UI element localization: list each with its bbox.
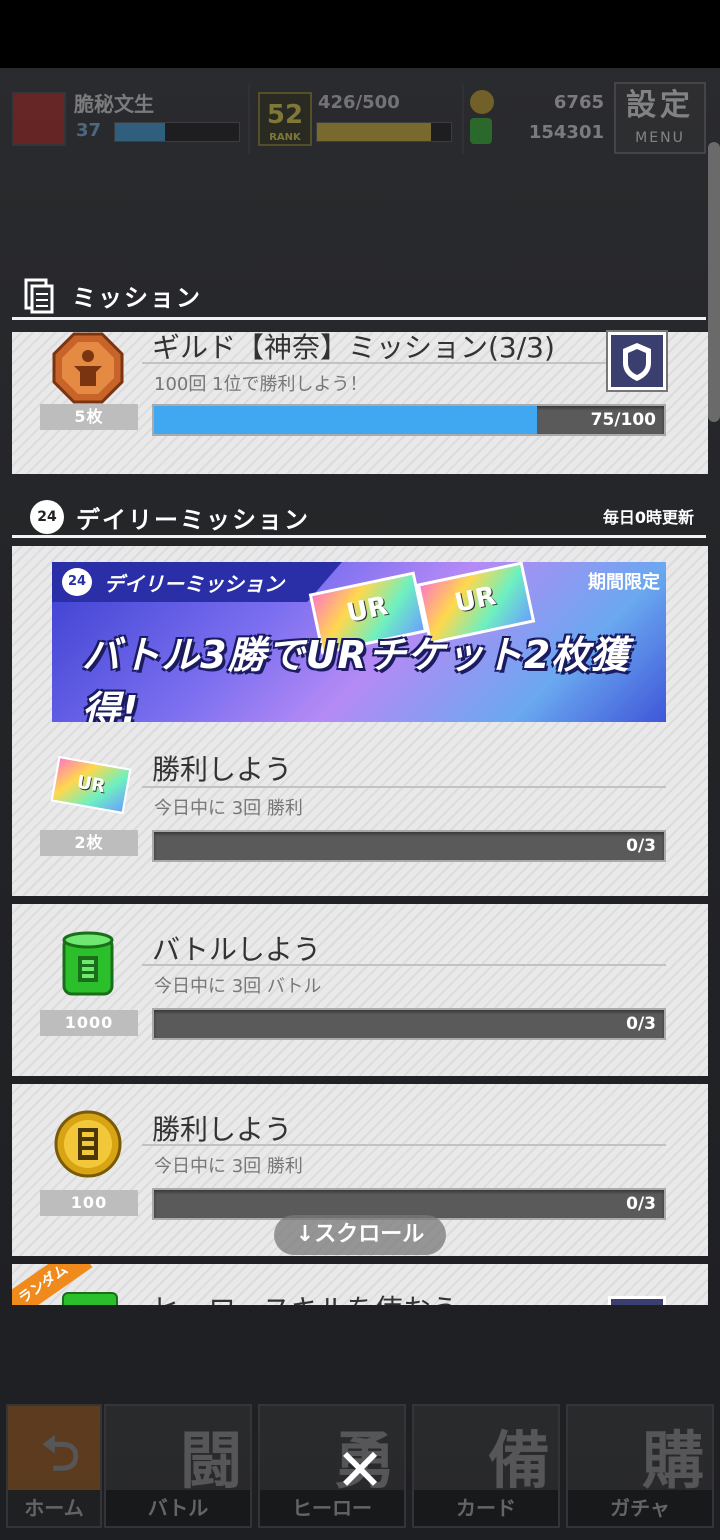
shield-button[interactable] xyxy=(608,1296,666,1305)
nav-label: カード xyxy=(414,1490,558,1526)
mission-section-header: ミッション xyxy=(12,260,708,320)
reward-amount: 2枚 xyxy=(40,830,138,856)
mission-title: ヒーロースキルを使おう xyxy=(152,1288,459,1305)
coin-icon xyxy=(470,90,494,114)
header-divider xyxy=(462,84,464,154)
player-avatar[interactable] xyxy=(12,92,66,146)
progress-text: 0/3 xyxy=(626,1014,656,1034)
scroll-hint[interactable]: ↓スクロール xyxy=(274,1215,446,1255)
daily-mission-card[interactable]: ランダム ヒーロースキルを使おう xyxy=(12,1264,708,1305)
player-name: 脆秘文生 xyxy=(74,92,154,116)
guild-medal-icon xyxy=(52,332,124,404)
coin-count: 6765 xyxy=(553,92,604,113)
banner-headline: バトル3勝でURチケット2枚獲得! xyxy=(82,633,630,722)
banner-tag-text: デイリーミッション xyxy=(104,572,284,596)
home-return-icon: ⮌ xyxy=(41,1426,80,1482)
nav-label: ホーム xyxy=(8,1490,100,1526)
gold-coin-icon xyxy=(54,1110,122,1178)
rank-value: 52 xyxy=(266,100,304,130)
mission-description: 100回 1位で勝利しよう！ xyxy=(154,374,368,395)
shield-icon xyxy=(623,343,651,381)
stamina-text: 426/500 xyxy=(318,92,400,113)
progress-text: 0/3 xyxy=(626,836,656,856)
mission-title: 勝利しよう xyxy=(152,753,293,786)
reward-amount: 5枚 xyxy=(40,404,138,430)
title-rule xyxy=(142,1144,666,1146)
daily-section-title: デイリーミッション xyxy=(76,506,310,534)
nav-battle[interactable]: 闘 バトル xyxy=(104,1404,252,1528)
banner-limited-label: 期間限定 xyxy=(588,572,660,593)
daily-banner[interactable]: 24 デイリーミッション 期間限定 UR UR バトル3勝でURチケット2枚獲得… xyxy=(52,562,666,722)
green-can-icon xyxy=(62,1292,118,1305)
guild-shield-button[interactable] xyxy=(608,332,666,390)
nav-kanji: 闘 xyxy=(179,1424,242,1497)
document-icon xyxy=(24,278,54,314)
rank-label: RANK xyxy=(269,132,301,143)
nav-kanji: 備 xyxy=(487,1424,550,1497)
mission-progress-bar: 0/3 xyxy=(152,1008,666,1040)
mission-title: バトルしよう xyxy=(152,933,321,966)
daily-mission-card[interactable]: 1000 バトルしよう 今日中に 3回 バトル 0/3 xyxy=(12,904,708,1076)
progress-fill xyxy=(154,406,537,434)
mission-progress-bar: 75/100 xyxy=(152,404,666,436)
green-can-icon xyxy=(62,931,114,996)
settings-menu-button[interactable]: 設定 MENU xyxy=(614,82,706,154)
gem-can-icon xyxy=(470,118,492,144)
daily-section-header: 24 デイリーミッション 毎日0時更新 xyxy=(12,478,708,538)
section-underline xyxy=(12,317,706,320)
progress-text: 0/3 xyxy=(626,1194,656,1214)
nav-home[interactable]: ⮌ ホーム xyxy=(6,1404,102,1528)
mission-panel[interactable]: ミッション 5枚 ギルド【神奈】ミッション(3/3) 100回 1位で勝利しよう… xyxy=(12,260,708,1305)
status-bar xyxy=(0,0,720,68)
nav-kanji: 購 xyxy=(641,1424,704,1497)
player-header: 脆秘文生 37 52 RANK 426/500 6765 154301 設定 M… xyxy=(0,80,720,158)
settings-label: 設定 xyxy=(626,88,694,123)
mission-description: 今日中に 3回 勝利 xyxy=(154,1156,303,1177)
banner-24-icon: 24 xyxy=(62,568,92,596)
reward-amount: 100 xyxy=(40,1190,138,1216)
stamina-bar xyxy=(316,122,452,142)
player-level: 37 xyxy=(76,120,102,141)
mission-progress-bar: 0/3 xyxy=(152,830,666,862)
progress-text: 75/100 xyxy=(590,410,656,430)
daily-mission-card[interactable]: 24 デイリーミッション 期間限定 UR UR バトル3勝でURチケット2枚獲得… xyxy=(12,546,708,896)
mission-description: 今日中に 3回 バトル xyxy=(154,976,322,997)
nav-gacha[interactable]: 購 ガチャ xyxy=(566,1404,714,1528)
refresh-24-icon: 24 xyxy=(30,500,64,534)
mission-title: 勝利しよう xyxy=(152,1113,293,1146)
mission-section-title: ミッション xyxy=(72,284,202,312)
guild-mission-card[interactable]: 5枚 ギルド【神奈】ミッション(3/3) 100回 1位で勝利しよう！ 75/1… xyxy=(12,331,708,474)
title-rule xyxy=(142,786,666,788)
title-rule xyxy=(142,362,666,364)
exp-bar xyxy=(114,122,240,142)
nav-label: ガチャ xyxy=(568,1490,712,1526)
close-button[interactable]: ✕ xyxy=(330,1440,390,1500)
rank-badge: 52 RANK xyxy=(258,92,312,146)
nav-label: バトル xyxy=(106,1490,250,1526)
title-rule xyxy=(142,964,666,966)
daily-refresh-note: 毎日0時更新 xyxy=(602,508,694,527)
header-divider xyxy=(248,84,250,154)
mission-title: ギルド【神奈】ミッション(3/3) xyxy=(152,331,555,364)
menu-label: MENU xyxy=(635,130,685,146)
ur-ticket-icon: UR xyxy=(50,755,132,815)
gem-count: 154301 xyxy=(528,122,604,143)
mission-description: 今日中に 3回 勝利 xyxy=(154,798,303,819)
scrollbar[interactable] xyxy=(708,142,720,422)
reward-amount: 1000 xyxy=(40,1010,138,1036)
section-underline xyxy=(12,535,706,538)
nav-card[interactable]: 備 カード xyxy=(412,1404,560,1528)
